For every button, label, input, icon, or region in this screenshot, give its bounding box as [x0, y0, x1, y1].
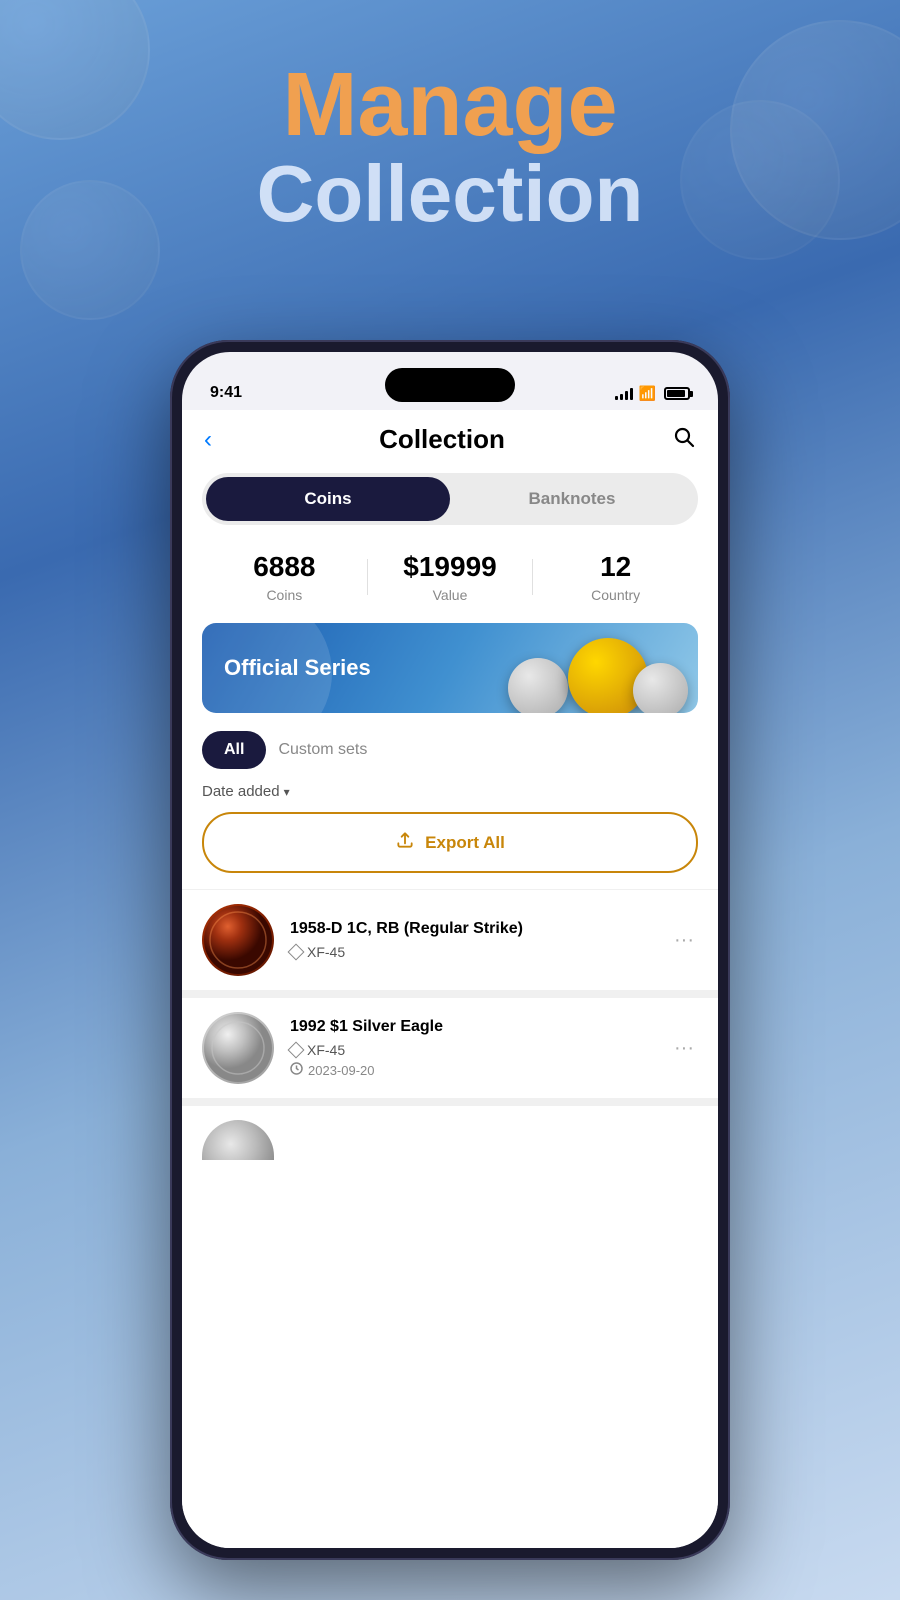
segment-banknotes[interactable]: Banknotes: [450, 477, 694, 521]
dynamic-island: [385, 368, 515, 402]
coins-value: 6888: [202, 551, 367, 583]
app-content: ‹ Collection Coins Banknotes 6888: [182, 410, 718, 1548]
coin-image-inner-2: [202, 1012, 274, 1084]
grade-diamond-icon: [288, 944, 305, 961]
coin-info-2: 1992 $1 Silver Eagle XF-45: [290, 1018, 654, 1078]
country-label: Country: [533, 587, 698, 603]
search-button[interactable]: [672, 425, 696, 455]
export-all-button[interactable]: Export All: [202, 812, 698, 873]
filter-custom-sets-button[interactable]: Custom sets: [278, 741, 367, 759]
banner-coin-silver: [508, 658, 568, 713]
coin-name-2: 1992 $1 Silver Eagle: [290, 1018, 654, 1036]
coin-name-1: 1958-D 1C, RB (Regular Strike): [290, 920, 654, 938]
coin-info-1: 1958-D 1C, RB (Regular Strike) XF-45: [290, 920, 654, 960]
segment-control: Coins Banknotes: [202, 473, 698, 525]
coin-date-value-2: 2023-09-20: [308, 1063, 375, 1078]
export-label: Export All: [425, 833, 505, 853]
coin-grade-value-2: XF-45: [307, 1042, 345, 1058]
battery-icon: [664, 387, 690, 400]
list-item-partial: [182, 1098, 718, 1160]
banner-coin-silver-2: [633, 663, 688, 713]
country-value: 12: [533, 551, 698, 583]
export-icon: [395, 830, 415, 855]
phone-screen: 9:41 📶 ‹ Coll: [182, 352, 718, 1548]
sort-row: Date added ▾: [182, 783, 718, 812]
wifi-icon: 📶: [639, 385, 656, 402]
hero-manage-text: Manage: [0, 60, 900, 150]
coin-menu-button-2[interactable]: ···: [670, 1033, 698, 1064]
coin-list: 1958-D 1C, RB (Regular Strike) XF-45 ···: [182, 889, 718, 1160]
coin-date-2: 2023-09-20: [290, 1062, 654, 1078]
status-time: 9:41: [210, 384, 242, 402]
signal-icon: [615, 388, 633, 400]
stat-coins: 6888 Coins: [202, 551, 367, 603]
stats-row: 6888 Coins $19999 Value 12 Country: [182, 541, 718, 623]
official-series-banner[interactable]: Official Series: [202, 623, 698, 713]
grade-diamond-icon-2: [288, 1042, 305, 1059]
filter-all-button[interactable]: All: [202, 731, 266, 769]
back-chevron-icon: ‹: [204, 426, 212, 454]
coin-grade-value-1: XF-45: [307, 944, 345, 960]
coin-thumbnail-1: [202, 904, 274, 976]
hero-section: Manage Collection: [0, 60, 900, 238]
nav-bar: ‹ Collection: [182, 410, 718, 465]
segment-coins[interactable]: Coins: [206, 477, 450, 521]
coin-grade-1: XF-45: [290, 944, 654, 960]
status-icons: 📶: [615, 385, 690, 402]
banner-coins: [528, 638, 688, 713]
value-label: Value: [368, 587, 533, 603]
back-button[interactable]: ‹: [204, 426, 212, 454]
stat-value: $19999 Value: [368, 551, 533, 603]
filter-row: All Custom sets: [182, 731, 718, 783]
hero-collection-text: Collection: [0, 150, 900, 238]
coins-label: Coins: [202, 587, 367, 603]
coin-thumbnail-3-partial: [202, 1120, 274, 1160]
value-amount: $19999: [368, 551, 533, 583]
list-item: 1992 $1 Silver Eagle XF-45: [182, 990, 718, 1098]
sort-label[interactable]: Date added: [202, 783, 280, 800]
coin-thumbnail-2: [202, 1012, 274, 1084]
coin-image-inner-1: [202, 904, 274, 976]
coin-menu-button-1[interactable]: ···: [670, 925, 698, 956]
list-item: 1958-D 1C, RB (Regular Strike) XF-45 ···: [182, 889, 718, 990]
coin-grade-2: XF-45: [290, 1042, 654, 1058]
banner-text: Official Series: [202, 655, 371, 681]
sort-chevron-icon[interactable]: ▾: [284, 785, 290, 799]
clock-icon: [290, 1062, 303, 1078]
stat-country: 12 Country: [533, 551, 698, 603]
phone-mockup: 9:41 📶 ‹ Coll: [170, 340, 730, 1560]
page-title: Collection: [379, 424, 505, 455]
